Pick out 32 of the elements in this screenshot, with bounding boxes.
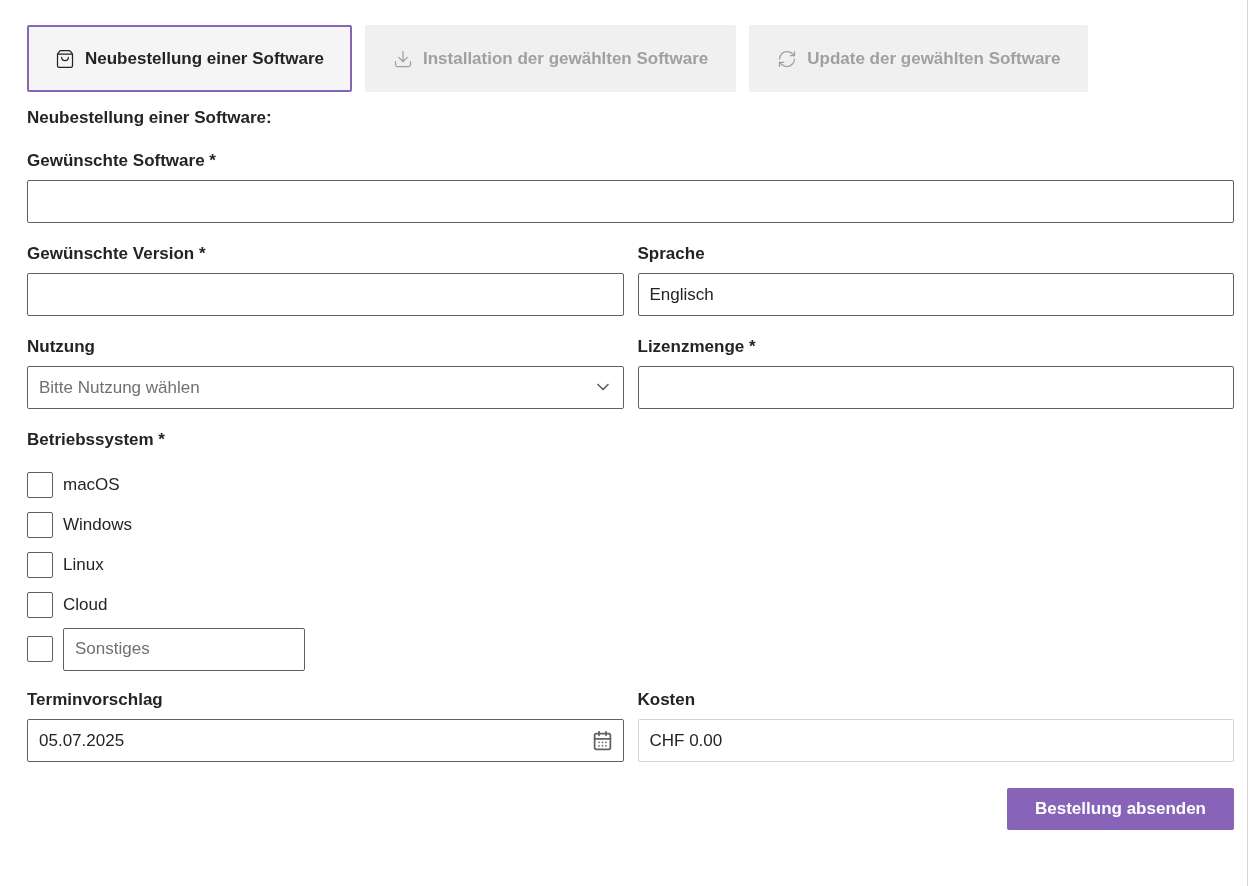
- checkbox[interactable]: [27, 512, 53, 538]
- date-field[interactable]: 05.07.2025: [27, 719, 624, 762]
- submit-button[interactable]: Bestellung absenden: [1007, 788, 1234, 830]
- section-heading: Neubestellung einer Software:: [27, 108, 273, 128]
- input-field[interactable]: [27, 273, 624, 316]
- field-label: Terminvorschlag: [27, 690, 164, 710]
- refresh-icon: [777, 48, 798, 69]
- dropdown[interactable]: Bitte Nutzung wählen: [27, 366, 624, 409]
- checkbox-label: Windows: [63, 515, 132, 535]
- field-label: Gewünschte Version *: [27, 244, 207, 264]
- input-field[interactable]: [27, 180, 1234, 223]
- checkbox[interactable]: [27, 592, 53, 618]
- field-label: Sprache: [637, 244, 706, 264]
- checkbox-label: Cloud: [63, 595, 108, 615]
- field-label: Kosten: [637, 690, 697, 710]
- field-label: Betriebssystem *: [27, 430, 166, 450]
- checkbox[interactable]: [27, 636, 53, 662]
- checkbox-label: macOS: [63, 475, 120, 495]
- field-label: Lizenzmenge *: [637, 337, 757, 357]
- checkbox[interactable]: [27, 472, 53, 498]
- tab[interactable]: Neubestellung einer Software: [27, 25, 352, 92]
- input-field[interactable]: CHF 0.00: [637, 719, 1234, 762]
- input-field[interactable]: Englisch: [637, 273, 1234, 316]
- field-label: Gewünschte Software *: [27, 151, 217, 171]
- input-field[interactable]: [637, 366, 1234, 409]
- download-icon: [393, 48, 413, 69]
- field-label: Nutzung: [27, 337, 96, 357]
- input-field[interactable]: Sonstiges: [63, 627, 305, 671]
- checkbox-label: Linux: [63, 555, 104, 575]
- bag-icon: [55, 48, 75, 69]
- checkbox[interactable]: [27, 552, 53, 578]
- calendar-icon: [591, 730, 613, 751]
